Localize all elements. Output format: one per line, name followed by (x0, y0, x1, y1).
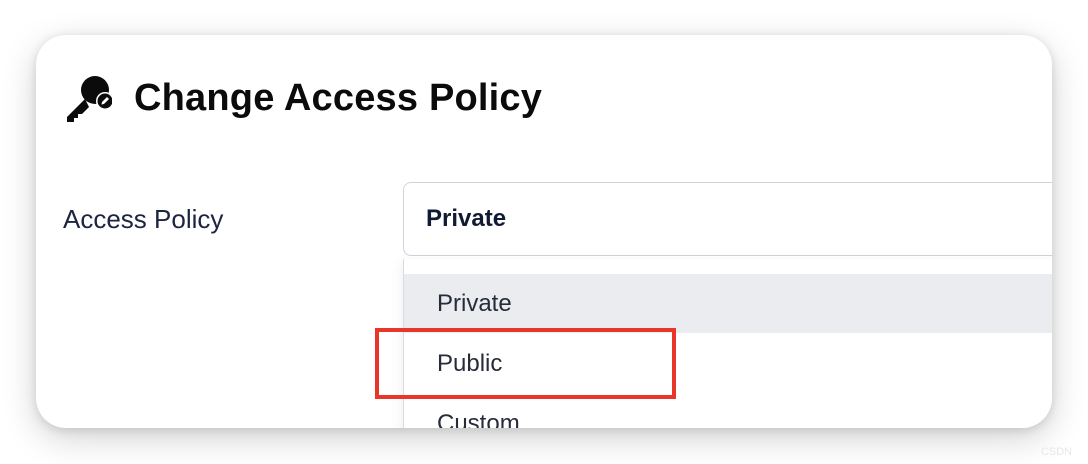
access-policy-select[interactable]: Private (403, 182, 1052, 256)
dialog-header: Change Access Policy (62, 73, 542, 123)
screenshot-canvas: Change Access Policy Access Policy Priva… (0, 0, 1088, 464)
watermark: CSDN (1040, 446, 1072, 458)
dialog-title: Change Access Policy (134, 77, 543, 119)
access-policy-label: Access Policy (63, 204, 224, 234)
key-icon (62, 73, 114, 123)
dropdown-option-custom[interactable]: Custom (404, 394, 1052, 428)
select-current-value: Private (426, 205, 507, 232)
annotation-highlight-box (375, 328, 676, 399)
dropdown-option-private[interactable]: Private (404, 274, 1052, 333)
